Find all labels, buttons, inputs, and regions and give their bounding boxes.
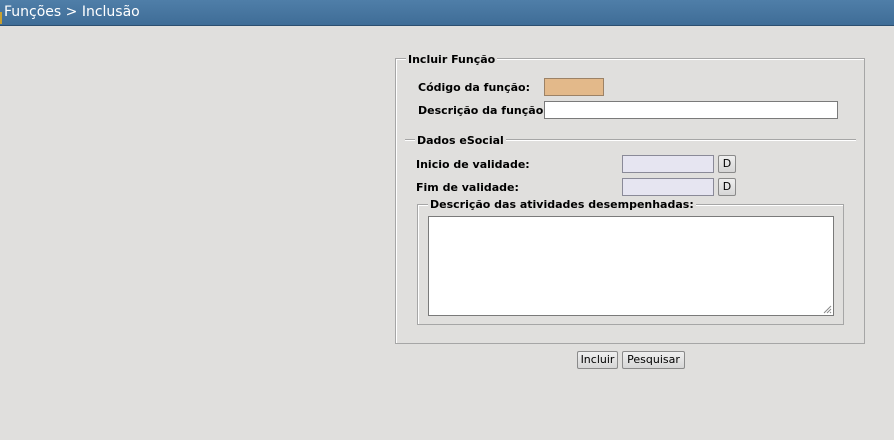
atividades-textarea[interactable] xyxy=(428,216,834,316)
dados-esocial-legend: Dados eSocial xyxy=(415,134,506,147)
pesquisar-button[interactable]: Pesquisar xyxy=(622,351,685,369)
header-bar: Funções > Inclusão xyxy=(0,0,894,26)
codigo-funcao-field[interactable] xyxy=(544,78,604,96)
fim-date-picker-button[interactable]: D xyxy=(718,178,736,196)
incluir-funcao-legend: Incluir Função xyxy=(406,53,498,66)
inicio-date-picker-button[interactable]: D xyxy=(718,155,736,173)
descricao-funcao-field[interactable] xyxy=(544,101,838,119)
resize-grip-icon[interactable] xyxy=(822,304,832,314)
incluir-button[interactable]: Incluir xyxy=(577,351,618,369)
atividades-legend: Descrição das atividades desempenhadas: xyxy=(428,198,696,211)
header-accent-mark xyxy=(0,12,2,24)
fim-validade-label: Fim de validade: xyxy=(416,181,519,194)
page-title: Funções > Inclusão xyxy=(4,4,140,20)
inicio-validade-label: Inicio de validade: xyxy=(416,158,530,171)
inicio-validade-field[interactable] xyxy=(622,155,714,173)
fim-validade-field[interactable] xyxy=(622,178,714,196)
descricao-funcao-label: Descrição da função: xyxy=(418,104,548,117)
codigo-funcao-label: Código da função: xyxy=(418,81,531,94)
